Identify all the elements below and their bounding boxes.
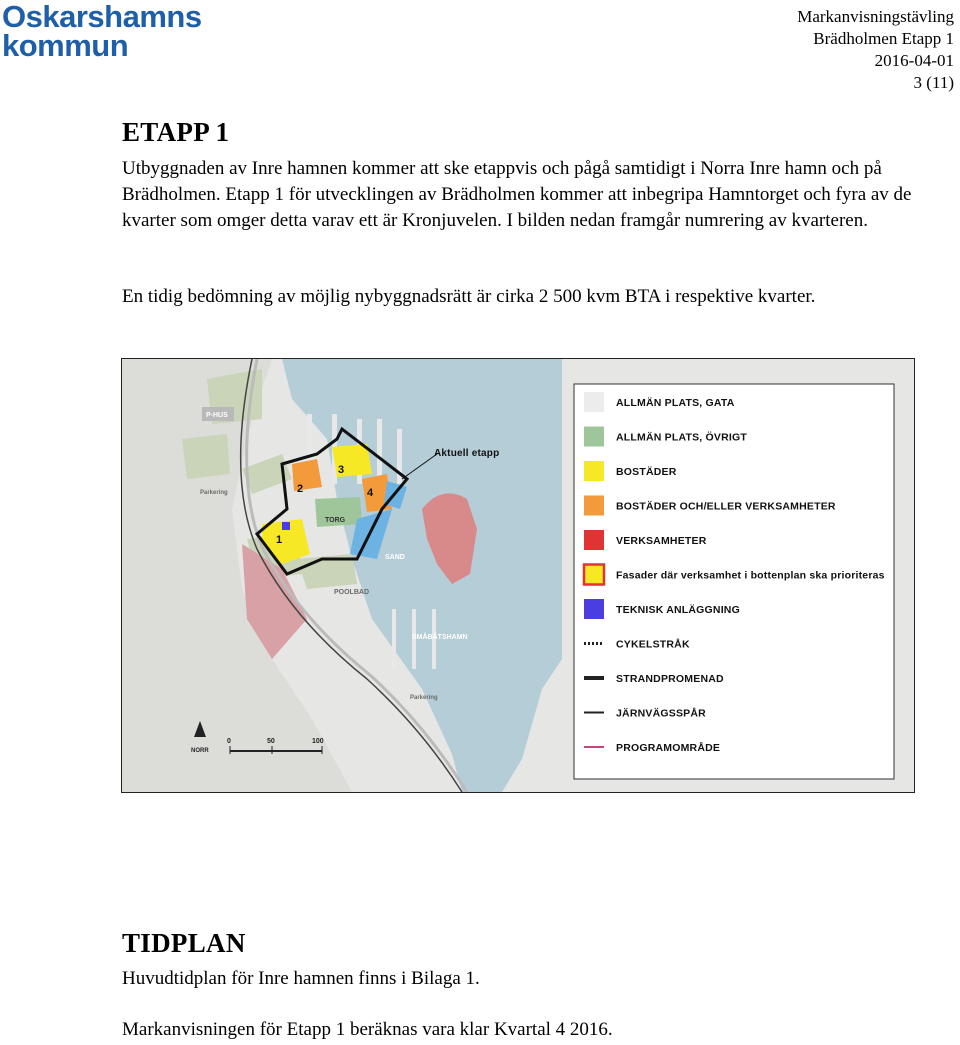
scale-0: 0: [227, 738, 231, 745]
municipality-logo: Oskarshamns kommun: [2, 0, 202, 63]
label-smabatshamn: SMÅBÅTSHAMN: [412, 632, 468, 641]
legend-label: BOSTÄDER OCH/ELLER VERKSAMHETER: [616, 500, 836, 513]
legend-label: ALLMÄN PLATS, GATA: [616, 396, 735, 409]
section-heading-tidplan: TIDPLAN: [122, 928, 246, 958]
scale-100: 100: [312, 738, 324, 745]
legend-color-swatch: [582, 563, 606, 586]
label-norr: NORR: [191, 748, 209, 754]
legend-label: JÄRNVÄGSSPÅR: [616, 707, 706, 720]
legend-color-swatch: [584, 530, 604, 550]
kvarter-number-3: 3: [338, 464, 344, 476]
callout-aktuell-etapp: Aktuell etapp: [434, 448, 499, 459]
legend-color-swatch: [584, 461, 604, 481]
doc-title: Markanvisningstävling: [797, 7, 954, 26]
kvarter-number-2: 2: [297, 483, 303, 495]
logo-line-2: kommun: [2, 28, 129, 63]
legend-color-swatch: [584, 495, 604, 516]
paragraph-markanvisning-klar: Markanvisningen för Etapp 1 beräknas var…: [122, 1019, 613, 1040]
legend-label: BOSTÄDER: [616, 465, 677, 478]
paragraph-bta-estimate: En tidig bedömning av möjlig nybyggnadsr…: [122, 286, 816, 307]
label-sand: SAND: [385, 554, 405, 561]
label-parkering-1: Parkering: [200, 490, 228, 496]
legend-color-swatch: [584, 392, 604, 412]
paragraph-huvudtidplan: Huvudtidplan för Inre hamnen finns i Bil…: [122, 968, 480, 989]
legend-color-swatch: [584, 426, 604, 447]
site-plan-map: Aktuell etapp P-HUS Parkering TORG SAND …: [121, 358, 915, 793]
label-parkering-2: Parkering: [410, 695, 438, 701]
legend-label: STRANDPROMENAD: [616, 673, 724, 685]
section-heading-etapp: ETAPP 1: [122, 117, 230, 147]
legend-label: VERKSAMHETER: [616, 535, 707, 547]
legend-label: TEKNISK ANLÄGGNING: [616, 603, 740, 616]
page-number: 3 (11): [913, 73, 954, 92]
logo-line-1: Oskarshamns: [2, 0, 202, 34]
legend-color-swatch: [584, 599, 604, 619]
doc-date: 2016-04-01: [874, 51, 954, 70]
legend-label: Fasader där verksamhet i bottenplan ska …: [616, 570, 885, 582]
scale-50: 50: [267, 738, 275, 745]
label-poolbad: POOLBAD: [334, 589, 369, 596]
kvarter-number-4: 4: [367, 487, 374, 499]
doc-subtitle: Brädholmen Etapp 1: [813, 29, 954, 48]
legend-label: CYKELSTRÅK: [616, 638, 690, 651]
legend-label: PROGRAMOMRÅDE: [616, 741, 720, 754]
paragraph-etapp-intro: Utbyggnaden av Inre hamnen kommer att sk…: [122, 158, 912, 231]
label-phus: P-HUS: [206, 412, 228, 419]
header-meta: Markanvisningstävling Brädholmen Etapp 1…: [797, 6, 954, 94]
label-torg: TORG: [325, 517, 346, 524]
legend-label: ALLMÄN PLATS, ÖVRIGT: [616, 431, 747, 444]
kvarter-number-1: 1: [276, 534, 282, 546]
